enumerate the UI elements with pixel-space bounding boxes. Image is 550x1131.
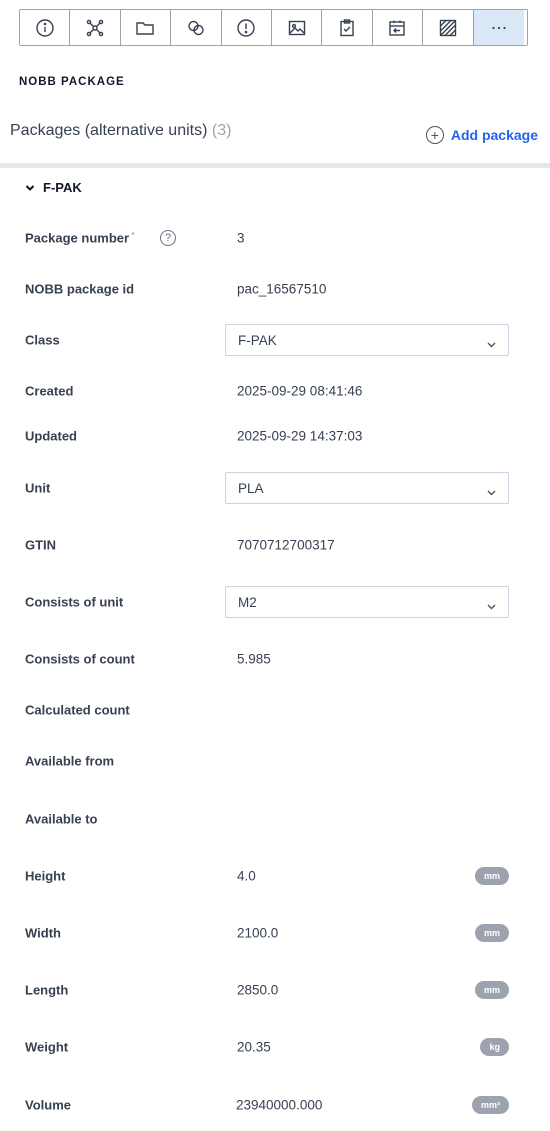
chevron-down-icon: [25, 184, 35, 191]
available-to-label: Available to: [25, 811, 98, 827]
weight-label: Weight: [25, 1039, 69, 1055]
gtin-value: 7070712700317: [237, 537, 335, 553]
hatch-button[interactable]: [423, 10, 474, 45]
unit-select[interactable]: PLA: [225, 472, 509, 504]
chevron-down-icon: [487, 485, 496, 496]
packages-header: Packages (alternative units) (3): [10, 122, 231, 140]
nobb-id-value: pac_16567510: [237, 281, 327, 297]
nodes-icon: [86, 19, 104, 36]
group-toggle[interactable]: F-PAK: [25, 180, 82, 195]
package-number-label-text: Package number: [25, 230, 130, 246]
folder-button[interactable]: [120, 10, 172, 45]
link-circles-icon: [188, 20, 204, 35]
more-icon: [492, 26, 506, 29]
toolbar: [19, 9, 528, 46]
length-label: Length: [25, 982, 69, 998]
info-icon: [35, 18, 54, 37]
folder-icon: [136, 21, 155, 35]
packages-header-label: Packages (alternative units): [10, 122, 208, 139]
nobb-id-label: NOBB package id: [25, 281, 135, 297]
alert-icon: [237, 18, 255, 37]
structure-button[interactable]: [70, 10, 121, 45]
weight-unit-badge: kg: [480, 1038, 509, 1056]
required-marker: *: [131, 230, 135, 242]
consists-unit-label: Consists of unit: [25, 594, 124, 610]
consists-count-label: Consists of count: [25, 651, 135, 667]
class-select-value: F-PAK: [238, 332, 277, 348]
package-number-label: Package number *: [25, 231, 135, 246]
image-icon: [288, 20, 305, 35]
help-icon[interactable]: ?: [160, 230, 176, 246]
divider: [0, 163, 550, 168]
class-label: Class: [25, 332, 60, 348]
width-value: 2100.0: [237, 925, 279, 941]
clipboard-check-icon: [340, 18, 354, 36]
section-title: NOBB PACKAGE: [19, 76, 125, 88]
height-value: 4.0: [237, 868, 256, 884]
available-from-label: Available from: [25, 753, 115, 769]
info-button[interactable]: [20, 10, 71, 45]
alerts-button[interactable]: [221, 10, 272, 45]
chevron-down-icon: [487, 337, 496, 348]
created-label: Created: [25, 383, 74, 399]
images-button[interactable]: [271, 10, 323, 45]
group-title: F-PAK: [43, 180, 82, 195]
length-value: 2850.0: [237, 982, 279, 998]
volume-value: 23940000.000: [236, 1097, 323, 1113]
add-package-button[interactable]: + Add package: [425, 126, 538, 144]
gtin-label: GTIN: [25, 537, 57, 553]
more-button[interactable]: [473, 10, 524, 45]
consists-unit-select[interactable]: M2: [225, 586, 509, 618]
height-label: Height: [25, 868, 66, 884]
height-unit-badge: mm: [474, 867, 509, 885]
packages-count: (3): [211, 122, 232, 139]
relations-button[interactable]: [171, 10, 222, 45]
consists-count-value: 5.985: [237, 651, 271, 667]
unit-select-value: PLA: [238, 480, 264, 496]
hatch-icon: [439, 19, 457, 36]
package-number-value: 3: [237, 230, 245, 246]
width-unit-badge: mm: [474, 924, 509, 942]
unit-label: Unit: [25, 480, 51, 496]
created-value: 2025-09-29 08:41:46: [237, 383, 363, 399]
checklist-button[interactable]: [322, 10, 373, 45]
width-label: Width: [25, 925, 61, 941]
length-unit-badge: mm: [474, 981, 509, 999]
calendar-import-icon: [389, 20, 406, 36]
add-package-label: Add package: [450, 127, 538, 143]
consists-unit-select-value: M2: [238, 594, 257, 610]
chevron-down-icon: [487, 599, 496, 610]
volume-unit-badge: mm³: [471, 1096, 509, 1114]
calendar-button[interactable]: [372, 10, 424, 45]
plus-circle-icon: +: [425, 126, 444, 144]
class-select[interactable]: F-PAK: [225, 324, 509, 356]
calculated-count-label: Calculated count: [25, 702, 130, 718]
updated-value: 2025-09-29 14:37:03: [237, 428, 363, 444]
updated-label: Updated: [25, 428, 77, 444]
volume-label: Volume: [25, 1097, 71, 1113]
weight-value: 20.35: [237, 1039, 271, 1055]
